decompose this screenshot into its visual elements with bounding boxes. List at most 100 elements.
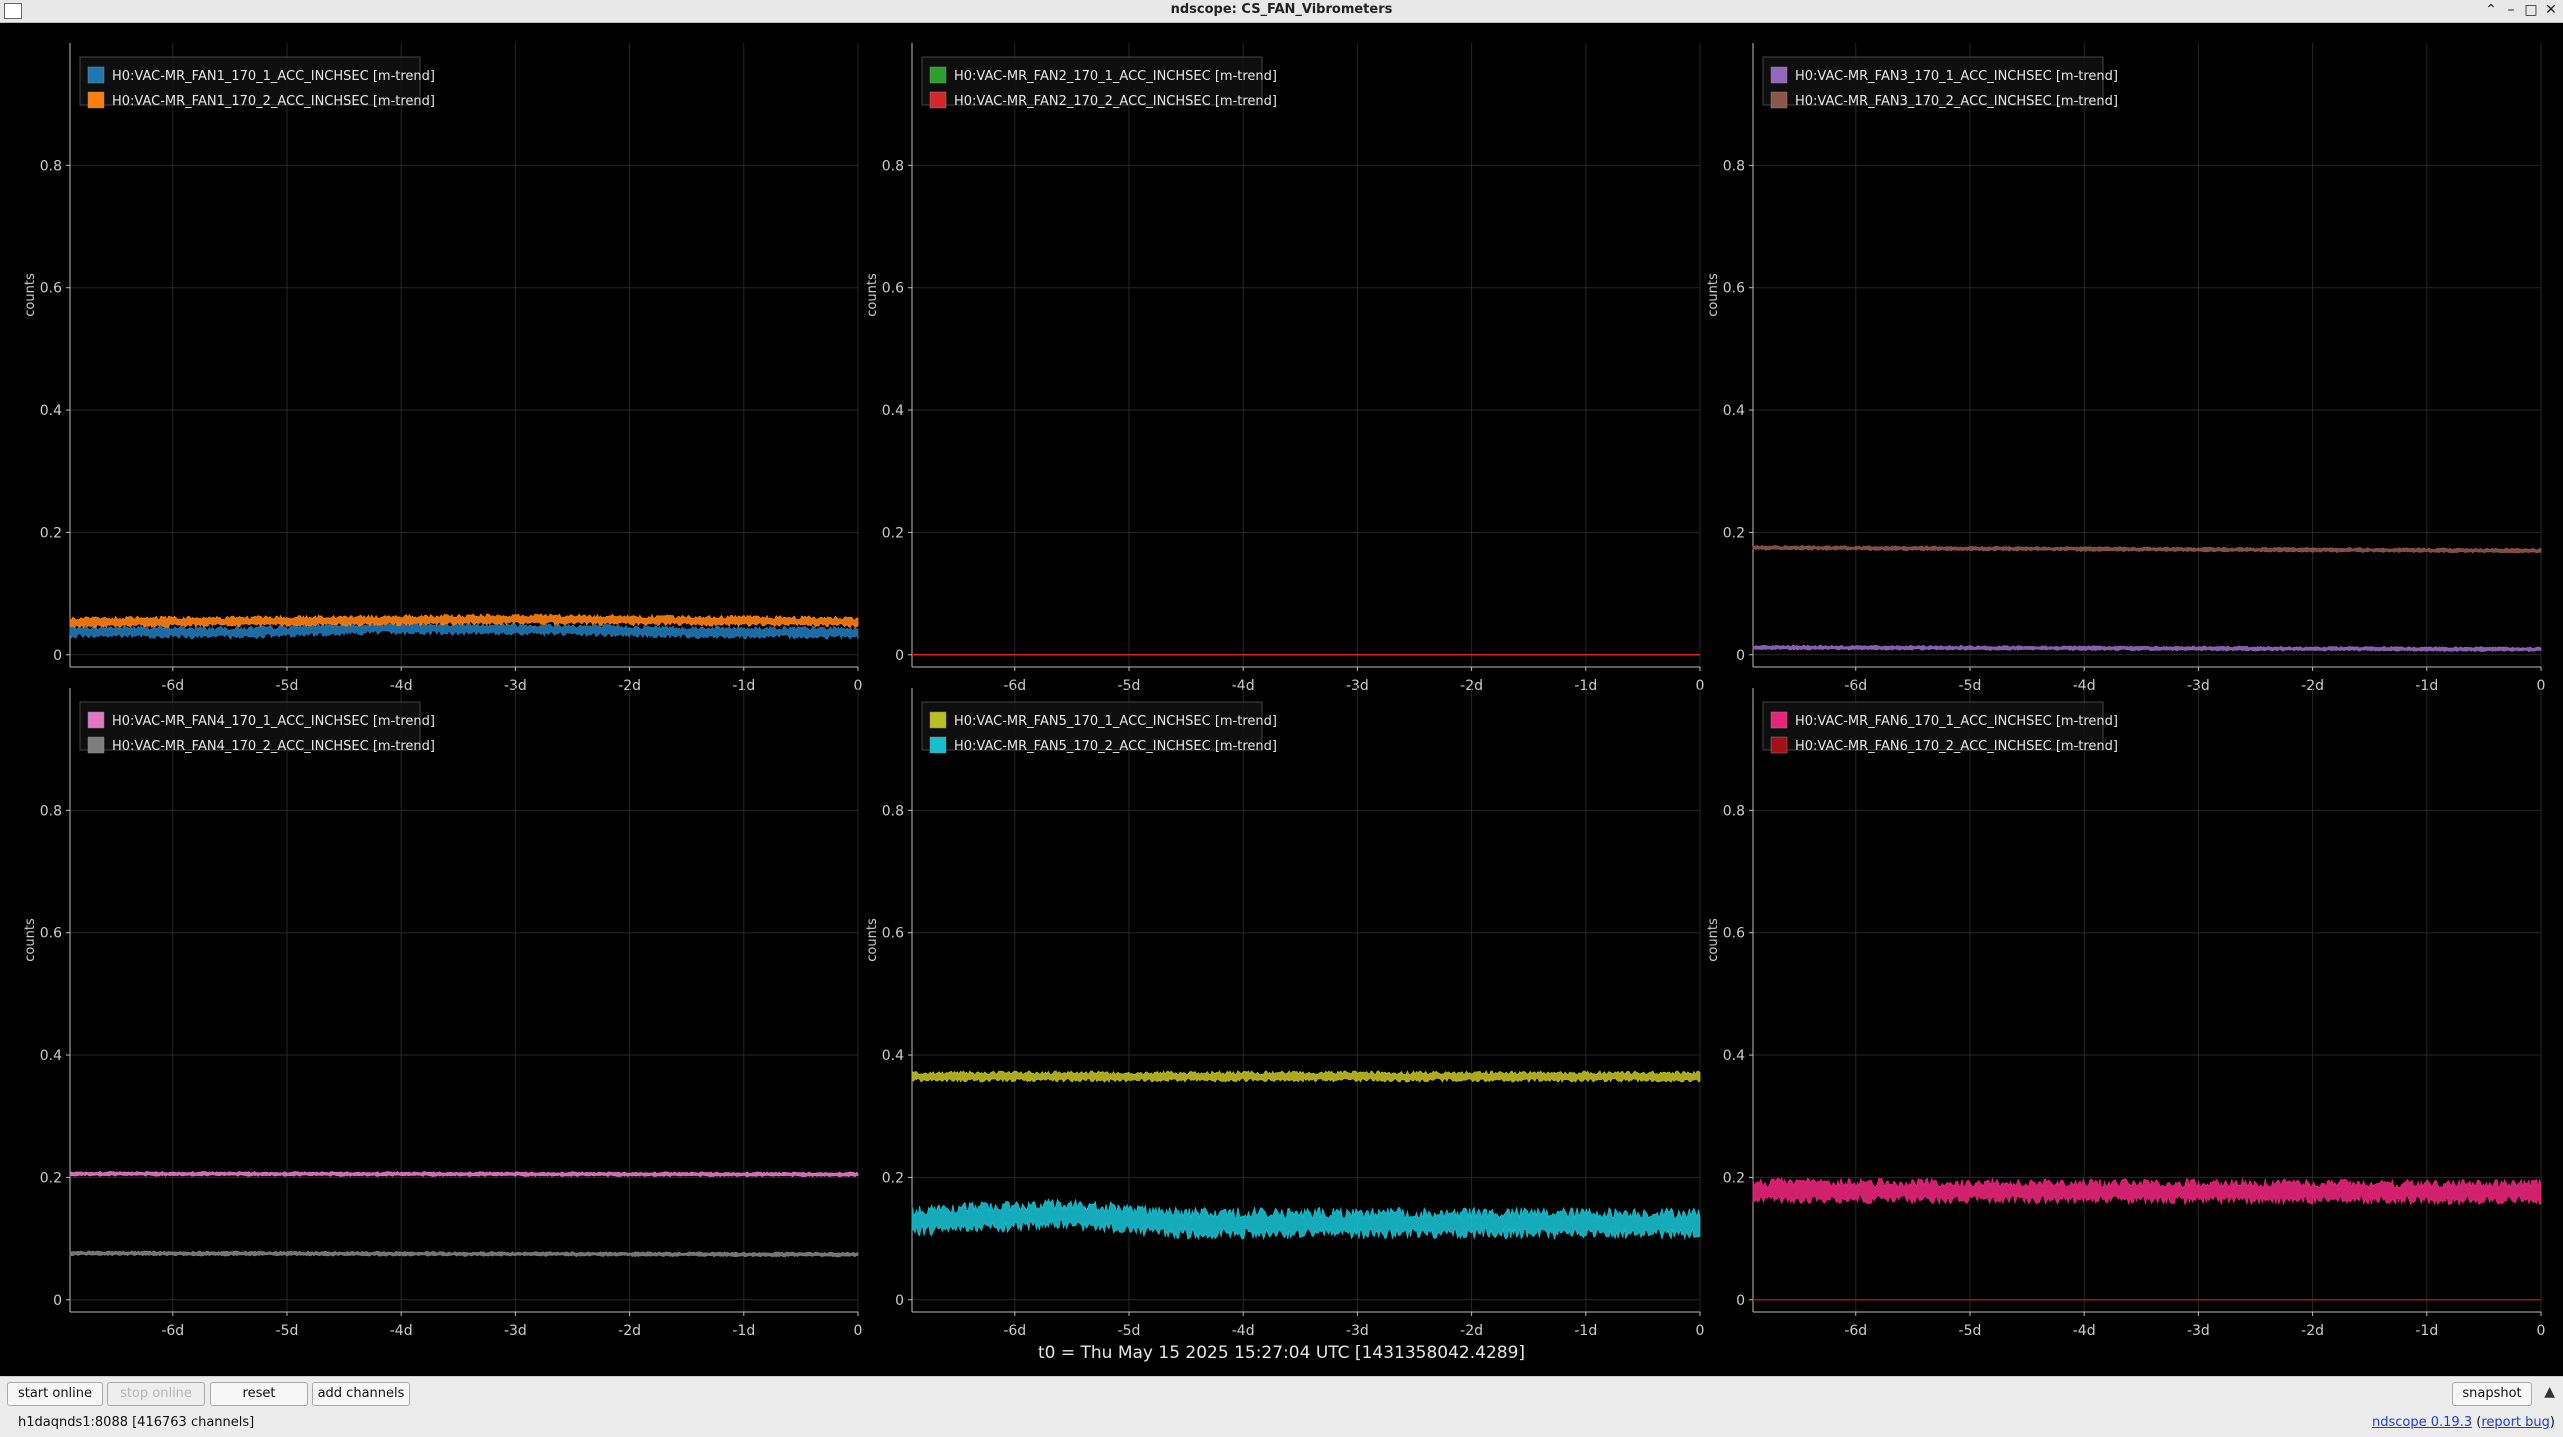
- stop-online-button[interactable]: stop online: [107, 1382, 205, 1406]
- x-tick-label: -2d: [2301, 1323, 2324, 1339]
- y-tick-label: 0.8: [1723, 158, 1745, 174]
- expand-up-icon[interactable]: ▲: [2544, 1384, 2555, 1400]
- maximize-icon[interactable]: □: [2521, 1, 2541, 19]
- t0-label: t0 = Thu May 15 2025 15:27:04 UTC [14313…: [1037, 1343, 1526, 1363]
- y-tick-label: 0.2: [1723, 525, 1745, 541]
- x-tick-label: -4d: [2073, 1323, 2096, 1339]
- window-up-icon[interactable]: ⌃: [2481, 1, 2501, 19]
- add-channels-button[interactable]: add channels: [312, 1382, 410, 1406]
- plot-grid[interactable]: 0 0.2 0.4 0.6 0.8 -6d -5d -4d -3d -2d -1d 0 counts H0…: [0, 23, 2563, 1376]
- legend-swatch: [1770, 91, 1788, 109]
- x-tick-label: -2d: [1460, 1323, 1483, 1339]
- version-link[interactable]: ndscope 0.19.3: [2372, 1415, 2472, 1430]
- legend-swatch: [87, 66, 105, 84]
- y-tick-label: 0.6: [40, 926, 62, 942]
- y-tick-label: 0.2: [40, 525, 62, 541]
- legend-swatch: [929, 736, 947, 754]
- legend-entry: H0:VAC-MR_FAN6_170_1_ACC_INCHSEC [m-tren…: [1795, 714, 2118, 729]
- legend-entry: H0:VAC-MR_FAN3_170_2_ACC_INCHSEC [m-tren…: [1795, 94, 2118, 109]
- y-tick-label: 0.8: [882, 158, 904, 174]
- report-bug-link[interactable]: report bug: [2481, 1415, 2550, 1430]
- y-tick-label: 0.4: [40, 403, 62, 419]
- legend-entry: H0:VAC-MR_FAN2_170_1_ACC_INCHSEC [m-tren…: [954, 69, 1277, 84]
- y-tick-label: 0.8: [40, 803, 62, 819]
- legend-swatch: [929, 91, 947, 109]
- legend-entry: H0:VAC-MR_FAN4_170_2_ACC_INCHSEC [m-tren…: [112, 739, 435, 754]
- y-axis-label: counts: [865, 273, 880, 317]
- y-tick-label: 0.8: [882, 803, 904, 819]
- x-tick-label: -4d: [1232, 1323, 1255, 1339]
- plot-area[interactable]: 0 0.2 0.4 0.6 0.8 -6d -5d -4d -3d -2d -1d 0 counts H0…: [0, 23, 2563, 1376]
- reset-button[interactable]: reset: [210, 1382, 308, 1406]
- x-tick-label: -6d: [1003, 1323, 1026, 1339]
- y-tick-label: 0.2: [882, 525, 904, 541]
- y-tick-label: 0.4: [882, 403, 904, 419]
- legend-swatch: [929, 711, 947, 729]
- series-trace: [69, 1250, 859, 1258]
- legend-entry: H0:VAC-MR_FAN2_170_2_ACC_INCHSEC [m-tren…: [954, 94, 1277, 109]
- x-tick-label: -6d: [161, 1323, 184, 1339]
- legend-swatch: [1770, 736, 1788, 754]
- window-titlebar: ndscope: CS_FAN_Vibrometers ⌃ – □ ✕: [0, 0, 2563, 23]
- x-tick-label: 0: [2537, 1323, 2546, 1339]
- y-tick-label: 0: [895, 648, 904, 664]
- series-trace: [1752, 544, 2542, 554]
- y-tick-label: 0: [53, 1293, 62, 1309]
- legend-swatch: [87, 91, 105, 109]
- series-trace: [1752, 1177, 2542, 1207]
- y-axis-label: counts: [23, 918, 38, 962]
- y-tick-label: 0.6: [1723, 281, 1745, 297]
- y-tick-label: 0.4: [882, 1048, 904, 1064]
- snapshot-button[interactable]: snapshot: [2452, 1382, 2532, 1406]
- x-tick-label: -3d: [2187, 1323, 2210, 1339]
- y-tick-label: 0.4: [40, 1048, 62, 1064]
- legend-swatch: [87, 736, 105, 754]
- legend-entry: H0:VAC-MR_FAN3_170_1_ACC_INCHSEC [m-tren…: [1795, 69, 2118, 84]
- y-tick-label: 0.6: [1723, 926, 1745, 942]
- y-tick-label: 0.4: [1723, 1048, 1745, 1064]
- start-online-button[interactable]: start online: [7, 1382, 103, 1406]
- y-tick-label: 0.6: [40, 281, 62, 297]
- toolbar: start online stop online reset add chann…: [0, 1376, 2563, 1411]
- legend-entry: H0:VAC-MR_FAN1_170_2_ACC_INCHSEC [m-tren…: [112, 94, 435, 109]
- x-tick-label: -1d: [2415, 1323, 2438, 1339]
- legend-swatch: [1770, 711, 1788, 729]
- server-status: h1daqnds1:8088 [416763 channels]: [18, 1415, 255, 1430]
- y-tick-label: 0: [895, 1293, 904, 1309]
- y-tick-label: 0.2: [1723, 1170, 1745, 1186]
- y-tick-label: 0.4: [1723, 403, 1745, 419]
- y-axis-label: counts: [865, 918, 880, 962]
- y-tick-label: 0.2: [882, 1170, 904, 1186]
- y-axis-label: counts: [1706, 918, 1721, 962]
- y-tick-label: 0: [1736, 648, 1745, 664]
- x-tick-label: -1d: [1574, 1323, 1597, 1339]
- x-tick-label: 0: [854, 1323, 863, 1339]
- close-icon[interactable]: ✕: [2541, 1, 2561, 19]
- series-trace: [1752, 644, 2542, 653]
- x-tick-label: -5d: [1118, 1323, 1141, 1339]
- legend-entry: H0:VAC-MR_FAN1_170_1_ACC_INCHSEC [m-tren…: [112, 69, 435, 84]
- y-tick-label: 0.8: [1723, 803, 1745, 819]
- y-axis-label: counts: [23, 273, 38, 317]
- series-trace: [69, 1170, 859, 1178]
- x-tick-label: -1d: [732, 1323, 755, 1339]
- x-tick-label: -6d: [1844, 1323, 1867, 1339]
- x-tick-label: -5d: [276, 1323, 299, 1339]
- minimize-icon[interactable]: –: [2501, 1, 2521, 19]
- y-tick-label: 0.6: [882, 926, 904, 942]
- statusbar: h1daqnds1:8088 [416763 channels] ndscope…: [0, 1410, 2563, 1437]
- y-tick-label: 0.2: [40, 1170, 62, 1186]
- window-title: ndscope: CS_FAN_Vibrometers: [1170, 2, 1393, 17]
- legend-entry: H0:VAC-MR_FAN5_170_1_ACC_INCHSEC [m-tren…: [954, 714, 1277, 729]
- y-tick-label: 0.6: [882, 281, 904, 297]
- x-tick-label: -2d: [618, 1323, 641, 1339]
- legend-swatch: [929, 66, 947, 84]
- legend-entry: H0:VAC-MR_FAN6_170_2_ACC_INCHSEC [m-tren…: [1795, 739, 2118, 754]
- series-trace: [911, 1069, 1701, 1083]
- y-tick-label: 0.8: [40, 158, 62, 174]
- x-tick-label: -3d: [1346, 1323, 1369, 1339]
- series-trace: [911, 1198, 1701, 1241]
- x-tick-label: -3d: [504, 1323, 527, 1339]
- x-tick-label: -5d: [1959, 1323, 1982, 1339]
- legend-swatch: [1770, 66, 1788, 84]
